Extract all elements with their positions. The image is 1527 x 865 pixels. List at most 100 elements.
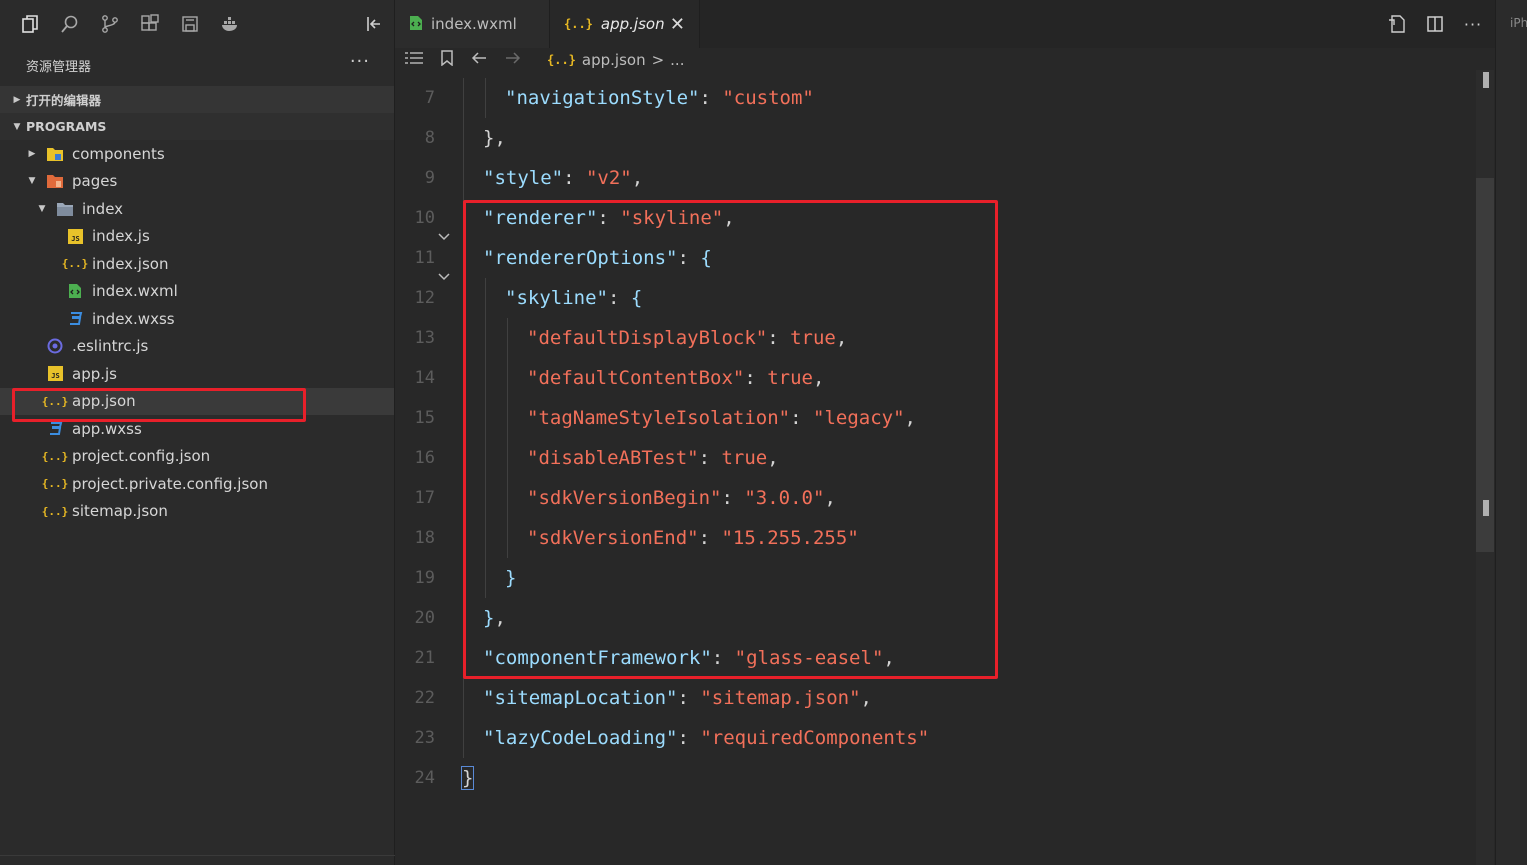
more-icon[interactable]: ··· bbox=[1461, 12, 1485, 36]
code-token: "rendererOptions" bbox=[483, 247, 678, 269]
programs-section[interactable]: ▼ PROGRAMS bbox=[0, 113, 394, 140]
editor-area: index.wxml {..} app.json ✕ ··· {..} app.… bbox=[395, 0, 1495, 865]
code-token: } bbox=[505, 567, 517, 589]
fold-chevron-icon[interactable] bbox=[437, 270, 453, 286]
scrollbar-thumb[interactable] bbox=[1476, 178, 1494, 552]
tree-item[interactable]: ▼ pages bbox=[0, 168, 394, 196]
code-line[interactable]: 7 "navigationStyle": "custom" bbox=[395, 78, 1475, 118]
vertical-scrollbar[interactable] bbox=[1476, 70, 1494, 865]
code-token: , bbox=[813, 367, 825, 389]
code-token: "tagNameStyleIsolation" bbox=[527, 407, 791, 429]
code-line[interactable]: 21 "componentFramework": "glass-easel", bbox=[395, 638, 1475, 678]
code-token: } bbox=[483, 607, 495, 629]
code-text: } bbox=[505, 567, 516, 589]
tree-item-label: app.json bbox=[72, 392, 136, 411]
line-number: 19 bbox=[414, 568, 435, 588]
code-token: "legacy" bbox=[813, 407, 905, 429]
split-editor-icon[interactable] bbox=[1423, 12, 1447, 36]
breadcrumb-separator: > bbox=[651, 51, 665, 69]
open-changes-icon[interactable] bbox=[1385, 12, 1409, 36]
code-line[interactable]: 10 "renderer": "skyline", bbox=[395, 198, 1475, 238]
programs-label: PROGRAMS bbox=[26, 119, 107, 134]
tab-index-wxml[interactable]: index.wxml bbox=[395, 0, 550, 48]
code-line[interactable]: 24} bbox=[395, 758, 1475, 798]
explorer-header: 资源管理器 ··· bbox=[0, 48, 394, 82]
breadcrumb-bar: {..} app.json > ... bbox=[395, 48, 1495, 72]
code-text: "skyline": { bbox=[505, 287, 642, 309]
code-line[interactable]: 12 "skyline": { bbox=[395, 273, 1475, 318]
code-text: }, bbox=[483, 127, 506, 149]
code-line[interactable]: 13 "defaultDisplayBlock": true, bbox=[395, 318, 1475, 358]
chevron-right-icon: ▶ bbox=[13, 94, 21, 105]
tree-item[interactable]: {..} sitemap.json bbox=[0, 498, 394, 526]
tree-item-label: index.wxss bbox=[92, 309, 175, 328]
collapse-sidebar-icon[interactable] bbox=[362, 12, 386, 36]
search-icon[interactable] bbox=[50, 0, 90, 48]
json-file-icon: {..} bbox=[547, 53, 576, 67]
tree-item[interactable]: JS app.js bbox=[0, 360, 394, 388]
tree-item[interactable]: {..} index.json bbox=[0, 250, 394, 278]
tab-label: index.wxml bbox=[431, 15, 517, 33]
breadcrumb: {..} app.json > ... bbox=[547, 51, 684, 69]
open-editors-section[interactable]: ▶ 打开的编辑器 bbox=[0, 86, 394, 113]
tree-item[interactable]: app.wxss bbox=[0, 415, 394, 443]
folder-icon bbox=[46, 172, 64, 190]
code-line[interactable]: 11 "rendererOptions": { bbox=[395, 233, 1475, 278]
scroll-marker bbox=[1483, 500, 1489, 516]
sidebar-bottom-panel bbox=[0, 855, 395, 865]
code-text: } bbox=[461, 766, 475, 790]
extensions-icon[interactable] bbox=[130, 0, 170, 48]
code-line[interactable]: 15 "tagNameStyleIsolation": "legacy", bbox=[395, 398, 1475, 438]
tree-item[interactable]: index.wxss bbox=[0, 305, 394, 333]
bookmark-icon[interactable] bbox=[441, 50, 453, 70]
breadcrumb-file[interactable]: app.json bbox=[582, 51, 646, 69]
code-token: "navigationStyle" bbox=[505, 87, 700, 109]
code-line[interactable]: 17 "sdkVersionBegin": "3.0.0", bbox=[395, 478, 1475, 518]
fold-chevron-icon[interactable] bbox=[437, 230, 453, 246]
code-line[interactable]: 14 "defaultContentBox": true, bbox=[395, 358, 1475, 398]
tree-item[interactable]: ▼ index bbox=[0, 195, 394, 223]
code-line[interactable]: 23 "lazyCodeLoading": "requiredComponents… bbox=[395, 718, 1475, 758]
tab-app-json[interactable]: {..} app.json ✕ bbox=[550, 0, 700, 48]
tree-item[interactable]: ▶ components bbox=[0, 140, 394, 168]
code-line[interactable]: 19} bbox=[395, 558, 1475, 598]
code-editor[interactable]: 7 "navigationStyle": "custom" 8}, 9 "style":… bbox=[395, 78, 1475, 865]
tree-item[interactable]: {..} project.config.json bbox=[0, 443, 394, 471]
code-token: : bbox=[767, 327, 791, 349]
code-token: : bbox=[677, 687, 701, 709]
docker-icon[interactable] bbox=[210, 0, 250, 48]
tree-item[interactable]: JS index.js bbox=[0, 223, 394, 251]
outline-icon[interactable] bbox=[405, 51, 423, 69]
js-file-icon: JS bbox=[46, 365, 64, 383]
code-line[interactable]: 18 "sdkVersionEnd": "15.255.255" bbox=[395, 518, 1475, 558]
chevron-down-icon: ▼ bbox=[13, 121, 21, 132]
code-text: "rendererOptions": { bbox=[483, 247, 712, 269]
tree-item[interactable]: {..} project.private.config.json bbox=[0, 470, 394, 498]
code-line[interactable]: 8}, bbox=[395, 118, 1475, 158]
code-line[interactable]: 22 "sitemapLocation": "sitemap.json", bbox=[395, 678, 1475, 718]
code-line[interactable]: 20}, bbox=[395, 598, 1475, 638]
close-icon[interactable]: ✕ bbox=[670, 14, 685, 35]
save-icon[interactable] bbox=[170, 0, 210, 48]
breadcrumb-ellipsis[interactable]: ... bbox=[670, 51, 684, 69]
code-token: : bbox=[597, 207, 621, 229]
line-number: 10 bbox=[414, 208, 435, 228]
tab-bar: index.wxml {..} app.json ✕ ··· bbox=[395, 0, 1495, 48]
back-arrow-icon[interactable] bbox=[471, 51, 487, 69]
source-control-icon[interactable] bbox=[90, 0, 130, 48]
tree-item-label: app.js bbox=[72, 364, 117, 383]
line-number: 21 bbox=[414, 648, 435, 668]
code-token: : bbox=[677, 247, 701, 269]
code-token: true bbox=[790, 327, 836, 349]
code-line[interactable]: 16 "disableABTest": true, bbox=[395, 438, 1475, 478]
tree-item[interactable]: index.wxml bbox=[0, 278, 394, 306]
tree-item[interactable]: {..} app.json bbox=[0, 387, 394, 415]
code-line[interactable]: 9 "style": "v2", bbox=[395, 158, 1475, 198]
more-actions-button[interactable]: ··· bbox=[350, 51, 370, 72]
forward-arrow-icon[interactable] bbox=[505, 51, 521, 69]
json-file-icon: {..} bbox=[41, 449, 69, 463]
svg-text:JS: JS bbox=[71, 235, 79, 243]
tree-item-label: sitemap.json bbox=[72, 502, 168, 521]
tree-item[interactable]: .eslintrc.js bbox=[0, 333, 394, 361]
files-icon[interactable] bbox=[10, 0, 50, 48]
